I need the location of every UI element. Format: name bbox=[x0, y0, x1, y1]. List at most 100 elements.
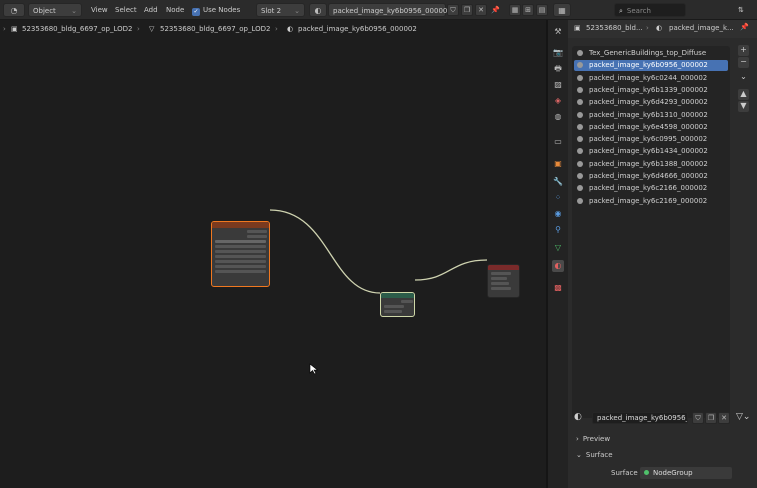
surface-value: NodeGroup bbox=[653, 469, 693, 477]
material-slot-item[interactable]: packed_image_ky6b0956_000002 bbox=[574, 60, 728, 72]
material-icon bbox=[577, 148, 583, 155]
chevron-down-icon[interactable]: ⌄ bbox=[738, 72, 749, 83]
menu-node[interactable]: Node bbox=[163, 3, 187, 17]
chevron-right-icon: › bbox=[3, 25, 6, 33]
menu-add[interactable]: Add bbox=[141, 3, 161, 17]
material-name-field[interactable]: packed_image_ky6b0956_000002 bbox=[328, 3, 452, 17]
collection-tab-icon[interactable]: ▭ bbox=[552, 136, 564, 148]
material-slot-item[interactable]: packed_image_ky6b1339_000002 bbox=[574, 85, 728, 96]
panel-crumb-material: packed_image_k... bbox=[669, 24, 734, 32]
properties-editor-type[interactable]: ▦ bbox=[553, 3, 571, 17]
mode-dropdown[interactable]: Object ⌄ bbox=[28, 3, 82, 17]
backdrop-icon[interactable]: ▤ bbox=[536, 4, 548, 16]
material-icon: ◐ bbox=[314, 6, 322, 15]
material-slot-label: packed_image_ky6c2169_000002 bbox=[589, 196, 708, 205]
editor-type-button[interactable]: ◔ bbox=[3, 3, 25, 17]
material-slot-label: packed_image_ky6d4666_000002 bbox=[589, 172, 708, 180]
surface-panel-header[interactable]: ⌄ Surface bbox=[572, 449, 753, 462]
panel-crumb-object: 52353680_bld... bbox=[586, 24, 643, 32]
link-dropdown-icon[interactable]: ▽⌄ bbox=[736, 412, 750, 422]
view-layer-tab-icon[interactable]: ▨ bbox=[552, 79, 564, 91]
chevron-down-icon: ⌄ bbox=[576, 451, 582, 459]
render-tab-icon[interactable]: 📷 bbox=[552, 47, 564, 59]
particles-tab-icon[interactable]: ⁘ bbox=[552, 192, 564, 204]
menu-select[interactable]: Select bbox=[112, 3, 140, 17]
node-header bbox=[381, 293, 414, 298]
material-slot-item[interactable]: Tex_GenericBuildings_top_Diffuse bbox=[574, 48, 728, 59]
object-icon: ▣ bbox=[574, 24, 581, 32]
material-slot-item[interactable]: packed_image_ky6b1310_000002 bbox=[574, 110, 728, 121]
menu-view[interactable]: View bbox=[88, 3, 111, 17]
close-icon[interactable]: ✕ bbox=[475, 4, 487, 16]
search-placeholder: Search bbox=[626, 7, 651, 15]
editor-type-icon: ◔ bbox=[10, 6, 18, 15]
search-input[interactable]: ⌕ Search bbox=[614, 3, 686, 17]
mouse-cursor-icon bbox=[309, 363, 319, 375]
pin-icon[interactable]: 📌 bbox=[740, 23, 749, 31]
material-slot-item[interactable]: packed_image_ky6b1388_000002 bbox=[574, 159, 728, 170]
fake-user-shield-icon[interactable]: ⛉ bbox=[447, 4, 459, 16]
image-texture-node[interactable] bbox=[211, 221, 270, 287]
tool-tab-icon[interactable]: ⚒ bbox=[552, 26, 564, 38]
node-editor-header: ◔ Object ⌄ View Select Add Node ✓ Use Node… bbox=[0, 0, 757, 20]
link-image-to-group bbox=[269, 209, 381, 294]
node-group-node[interactable] bbox=[380, 292, 415, 317]
snap-icon[interactable]: ⊞ bbox=[522, 4, 534, 16]
slot-dropdown[interactable]: Slot 2 ⌄ bbox=[256, 3, 305, 17]
material-slot-item[interactable]: packed_image_ky6c0995_000002 bbox=[574, 134, 728, 145]
texture-tab-icon[interactable]: ▩ bbox=[552, 282, 564, 294]
material-output-node[interactable] bbox=[487, 264, 520, 298]
chevron-down-icon: ⌄ bbox=[71, 7, 77, 15]
material-slot-label: packed_image_ky6c0244_000002 bbox=[589, 73, 708, 82]
preview-panel-header[interactable]: › Preview bbox=[572, 433, 753, 446]
modifier-tab-icon[interactable]: 🔧 bbox=[552, 176, 564, 188]
overlay-icon[interactable]: ▦ bbox=[509, 4, 521, 16]
surface-shader-field[interactable]: NodeGroup bbox=[640, 467, 732, 479]
close-icon[interactable]: ✕ bbox=[718, 412, 730, 424]
material-slot-item[interactable]: packed_image_ky6b1434_000002 bbox=[574, 146, 728, 157]
material-tab-icon[interactable]: ◐ bbox=[552, 260, 564, 272]
breadcrumb-object: 52353680_bldg_6697_op_LOD2 bbox=[22, 25, 133, 33]
material-browse-button[interactable]: ◐ bbox=[309, 3, 327, 17]
socket-dot-icon bbox=[644, 470, 649, 475]
remove-slot-button[interactable]: − bbox=[738, 57, 749, 68]
material-icon bbox=[577, 62, 583, 69]
active-material-field[interactable]: packed_image_ky6b0956_... bbox=[592, 412, 688, 424]
move-down-button[interactable]: ▼ bbox=[738, 101, 749, 112]
copy-icon[interactable]: ❐ bbox=[705, 412, 717, 424]
material-slot-label: Tex_GenericBuildings_top_Diffuse bbox=[589, 49, 707, 57]
material-slot-item[interactable]: packed_image_ky6c0244_000002 bbox=[574, 73, 728, 84]
pin-icon[interactable]: 📌 bbox=[488, 3, 503, 17]
options-icon[interactable]: ⇅ bbox=[735, 3, 747, 17]
material-slot-label: packed_image_ky6b1388_000002 bbox=[589, 159, 708, 168]
material-browse-icon[interactable]: ◐ bbox=[574, 412, 582, 422]
material-icon bbox=[577, 74, 583, 81]
chevron-right-icon: › bbox=[576, 435, 579, 443]
use-nodes-toggle[interactable]: ✓ Use Nodes bbox=[189, 3, 243, 17]
material-slot-item[interactable]: packed_image_ky6c2169_000002 bbox=[574, 196, 728, 207]
node-editor-canvas[interactable] bbox=[0, 20, 546, 488]
object-tab-icon[interactable]: ▣ bbox=[552, 158, 564, 170]
material-icon bbox=[577, 123, 583, 130]
fake-user-shield-icon[interactable]: ⛉ bbox=[692, 412, 704, 424]
world-tab-icon[interactable]: ◍ bbox=[552, 111, 564, 123]
material-icon bbox=[577, 50, 583, 56]
move-up-button[interactable]: ▲ bbox=[738, 89, 749, 100]
constraints-tab-icon[interactable]: ⚲ bbox=[552, 224, 564, 236]
scene-tab-icon[interactable]: ◈ bbox=[552, 95, 564, 107]
material-slot-item[interactable]: packed_image_ky6c2166_000002 bbox=[574, 183, 728, 194]
material-slot-item[interactable]: packed_image_ky6d4666_000002 bbox=[574, 171, 728, 182]
copy-icon[interactable]: ❐ bbox=[461, 4, 473, 16]
breadcrumb: › ▣ 52353680_bldg_6697_op_LOD2 › ▽ 52353… bbox=[0, 22, 546, 38]
material-slot-list[interactable]: Tex_GenericBuildings_top_Diffuse packed_i… bbox=[572, 46, 730, 418]
mesh-icon: ▽ bbox=[149, 25, 155, 33]
link-group-to-output bbox=[414, 259, 488, 281]
material-slot-label: packed_image_ky6c0995_000002 bbox=[589, 135, 708, 144]
physics-tab-icon[interactable]: ◉ bbox=[552, 208, 564, 220]
material-slot-item[interactable]: packed_image_ky6e4598_000002 bbox=[574, 122, 728, 133]
material-slot-item[interactable]: packed_image_ky6d4293_000002 bbox=[574, 97, 728, 108]
add-slot-button[interactable]: + bbox=[738, 45, 749, 56]
data-tab-icon[interactable]: ▽ bbox=[552, 242, 564, 254]
output-tab-icon[interactable]: 🖶 bbox=[552, 63, 564, 75]
surface-section-label: Surface bbox=[585, 451, 613, 459]
